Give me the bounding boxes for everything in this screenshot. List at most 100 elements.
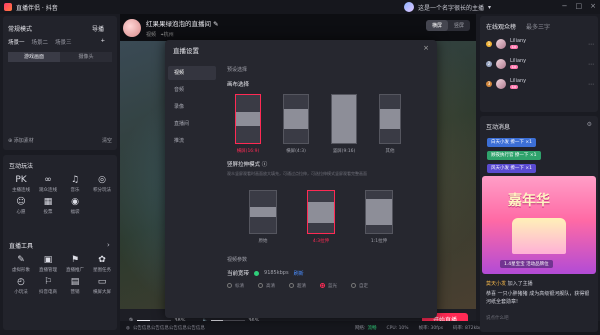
- tool-label: 营销: [70, 290, 80, 295]
- tool-item[interactable]: ⚐ 抖音电商: [36, 277, 60, 295]
- interactive-item[interactable]: PK 主播连线: [9, 175, 33, 193]
- canvas-option[interactable]: 横屏(4:3): [283, 94, 309, 154]
- orientation-portrait[interactable]: 竖屏: [448, 20, 470, 31]
- more-icon[interactable]: ⋯: [588, 81, 594, 88]
- scene-tab-2[interactable]: 场景二: [32, 38, 49, 46]
- more-icon[interactable]: ⋯: [588, 61, 594, 68]
- audience-row[interactable]: 2 Liliany Lv ⋯: [486, 58, 594, 70]
- interactive-icon: ♫: [70, 175, 80, 185]
- gift-chip[interactable]: 风天小发 撩一下 ×1: [487, 164, 536, 173]
- quality-option[interactable]: 标清: [227, 283, 244, 289]
- clear-button[interactable]: 清空: [102, 137, 112, 144]
- stretch-option[interactable]: 1:1拉伸: [365, 190, 393, 244]
- avatar[interactable]: [496, 59, 506, 69]
- scene-tab-3[interactable]: 场景三: [55, 38, 72, 46]
- tool-item[interactable]: ⚑ 直播推广: [63, 255, 87, 273]
- canvas-option[interactable]: 竖屏(9:16): [331, 94, 357, 154]
- tool-item[interactable]: ▤ 营销: [63, 277, 87, 295]
- edit-icon[interactable]: ✎: [213, 20, 218, 28]
- settings-gear-icon[interactable]: ⚙: [587, 121, 592, 128]
- promo-cake-image: [512, 218, 566, 254]
- canvas-preview: [379, 94, 401, 144]
- close-button[interactable]: ×: [590, 2, 596, 10]
- canvas-title: 画布选择: [227, 82, 250, 88]
- settings-nav-item[interactable]: 视频: [168, 66, 216, 80]
- audience-row[interactable]: 3 Liliany Lv ⋯: [486, 78, 594, 90]
- quality-option[interactable]: 蓝光: [320, 283, 337, 289]
- quality-option[interactable]: 超清: [289, 283, 306, 289]
- tool-item[interactable]: ▭ 横屏大屏: [90, 277, 114, 295]
- import-button[interactable]: 导播: [92, 24, 104, 33]
- tab-top-three[interactable]: 最多三字: [526, 22, 550, 31]
- add-scene-icon[interactable]: +: [101, 38, 106, 46]
- minimize-button[interactable]: −: [562, 2, 568, 10]
- message-user[interactable]: 莫天小发: [486, 281, 506, 287]
- source-tabs: 游戏画面 摄像头: [8, 52, 112, 62]
- close-icon[interactable]: ×: [423, 44, 429, 52]
- settings-nav-item[interactable]: 推流: [168, 134, 216, 148]
- gift-chip[interactable]: 顾夜执行官 撩一下 ×1: [487, 151, 541, 160]
- mode-selector[interactable]: 常规模式: [8, 24, 32, 33]
- window-controls: − □ ×: [562, 2, 596, 10]
- stretch-option[interactable]: 原始: [249, 190, 277, 244]
- tool-item[interactable]: ▣ 直播管理: [36, 255, 60, 273]
- network-label: 网络:: [354, 326, 366, 331]
- network-value: 流畅: [367, 326, 377, 331]
- canvas-preview: [331, 94, 357, 144]
- orientation-landscape[interactable]: 横屏: [425, 20, 448, 31]
- interactive-item[interactable]: ∞ 观众连线: [36, 175, 60, 193]
- refresh-link[interactable]: 刷新: [294, 270, 304, 277]
- interactive-item[interactable]: ◉ 福袋: [63, 197, 87, 215]
- tool-icon: ✎: [17, 255, 25, 265]
- message-input[interactable]: 说点什么吧: [486, 315, 592, 324]
- tool-label: 虚拟形象: [12, 268, 30, 273]
- interactive-icon: ∞: [44, 175, 52, 185]
- interactive-label: 积分玩法: [93, 188, 111, 193]
- canvas-preview-fill: [380, 109, 400, 129]
- streamer-avatar[interactable]: [123, 19, 141, 37]
- canvas-preview-fill: [236, 111, 260, 127]
- canvas-option-label: 其他: [385, 149, 395, 154]
- interactive-item[interactable]: ◎ 积分玩法: [90, 175, 114, 193]
- tool-item[interactable]: ◴ 小玩法: [9, 277, 33, 295]
- source-tab-camera[interactable]: 摄像头: [60, 52, 112, 62]
- maximize-button[interactable]: □: [576, 2, 583, 10]
- chevron-down-icon[interactable]: ▾: [488, 4, 491, 11]
- settings-nav-item[interactable]: 音频: [168, 83, 216, 97]
- interactive-item[interactable]: ▦ 投票: [36, 197, 60, 215]
- tool-item[interactable]: ✿ 星图任务: [90, 255, 114, 273]
- more-icon[interactable]: ⋯: [588, 41, 594, 48]
- user-menu[interactable]: 这是一个名字很长的主播 ▾: [404, 2, 491, 12]
- stretch-preview-fill: [366, 198, 392, 226]
- tool-label: 直播推广: [66, 268, 84, 273]
- avatar[interactable]: [496, 79, 506, 89]
- gift-chip[interactable]: 白天小发 撩一下 ×1: [487, 138, 536, 147]
- audience-tabs: 在线观众榜 最多三字: [486, 22, 550, 31]
- interactive-item[interactable]: ☺ 心愿: [9, 197, 33, 215]
- settings-nav-item[interactable]: 直播间: [168, 117, 216, 131]
- tools-more-icon[interactable]: ›: [107, 241, 110, 249]
- scene-tab-1[interactable]: 场景一: [8, 38, 25, 46]
- canvas-option[interactable]: 横屏(16:9): [235, 94, 261, 154]
- add-material-button[interactable]: ⊕ 添加素材: [8, 137, 34, 144]
- canvas-option[interactable]: 其他: [379, 94, 401, 154]
- promo-banner[interactable]: 嘉年华 1.4星宝宝 活动品牌位: [482, 176, 596, 274]
- user-avatar[interactable]: [404, 2, 414, 12]
- level-badge: Lv: [510, 85, 519, 89]
- interactive-item[interactable]: ♫ 音乐: [63, 175, 87, 193]
- quality-option[interactable]: 高清: [258, 283, 275, 289]
- tab-online-audience[interactable]: 在线观众榜: [486, 22, 516, 31]
- quality-option[interactable]: 自定: [351, 283, 368, 289]
- tool-icon: ✿: [98, 255, 106, 265]
- tool-item[interactable]: ✎ 虚拟形象: [9, 255, 33, 273]
- audience-panel: 在线观众榜 最多三字 1 Liliany Lv ⋯ 2 Liliany Lv ⋯ 3 Lilian…: [480, 16, 598, 112]
- avatar[interactable]: [496, 39, 506, 49]
- audience-row[interactable]: 1 Liliany Lv ⋯: [486, 38, 594, 50]
- quality-option-label: 自定: [359, 284, 368, 289]
- tool-icon: ▤: [70, 277, 80, 287]
- promo-label: 1.4星宝宝 活动品牌位: [500, 260, 553, 268]
- streamer-info: 红果果绿泡泡的直播间 ✎ 视频 ⌖杭州: [123, 18, 219, 38]
- source-tab-game[interactable]: 游戏画面: [8, 52, 60, 62]
- stretch-option[interactable]: 4:3拉伸: [307, 190, 335, 244]
- settings-nav-item[interactable]: 录像: [168, 100, 216, 114]
